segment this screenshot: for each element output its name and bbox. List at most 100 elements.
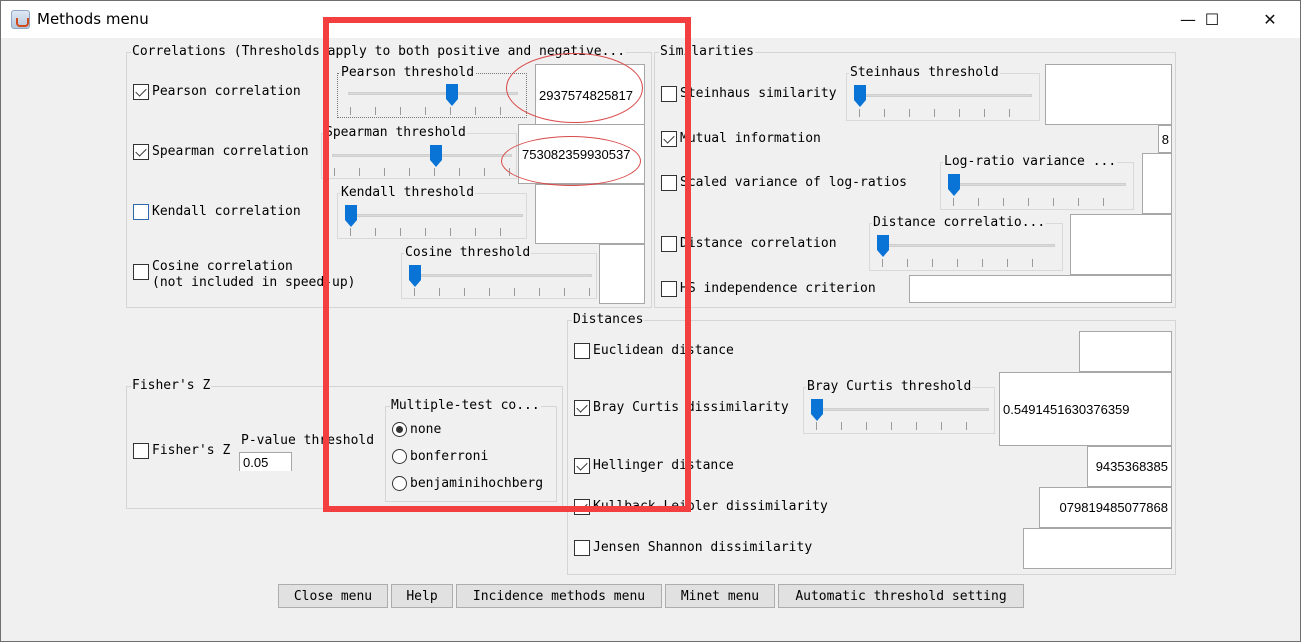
spearman-slider-thumb[interactable] [430, 145, 442, 167]
mutual-information-checkbox[interactable]: Mutual information [661, 131, 821, 147]
hellinger-field[interactable]: 9435368385 [1087, 446, 1172, 487]
automatic-threshold-label: Automatic threshold setting [795, 588, 1007, 604]
log-ratio-slider-thumb[interactable] [948, 174, 960, 196]
help-label: Help [406, 588, 438, 604]
kendall-threshold-slider-group: Kendall threshold [337, 185, 527, 239]
kendall-slider-ticks [350, 228, 525, 236]
maximize-icon: ☐ [1204, 10, 1220, 29]
close-menu-label: Close menu [293, 588, 373, 604]
checkbox-box[interactable] [661, 175, 677, 191]
distance-correlation-slider-track[interactable] [880, 244, 1055, 247]
euclidean-checkbox[interactable]: Euclidean distance [574, 343, 734, 359]
kendall-threshold-field[interactable] [535, 184, 645, 244]
close-menu-button[interactable]: Close menu [278, 584, 388, 608]
checkbox-box[interactable] [133, 443, 149, 459]
bray-curtis-threshold-field[interactable]: 0.5491451630376359 [999, 372, 1172, 446]
steinhaus-slider-thumb[interactable] [854, 85, 866, 107]
pearson-checkbox[interactable]: Pearson correlation [133, 84, 301, 100]
cosine-slider-thumb[interactable] [409, 265, 421, 287]
distance-correlation-slider-ticks [882, 259, 1057, 267]
spearman-slider-ticks [334, 168, 514, 176]
steinhaus-threshold-field[interactable] [1045, 64, 1172, 125]
scaled-variance-checkbox[interactable]: Scaled variance of log-ratios [661, 175, 907, 191]
checkbox-box[interactable] [661, 86, 677, 102]
cosine-slider-track[interactable] [412, 274, 592, 277]
checkbox-box[interactable] [574, 540, 590, 556]
help-button[interactable]: Help [391, 584, 453, 608]
log-ratio-threshold-slider-group: Log-ratio variance ... [940, 154, 1134, 210]
log-ratio-threshold-field[interactable] [1142, 153, 1172, 214]
pearson-slider-ticks [350, 107, 520, 115]
checkbox-box[interactable] [133, 204, 149, 220]
bray-curtis-slider-thumb[interactable] [811, 399, 823, 421]
mutual-information-value: 8 [1161, 131, 1169, 147]
incidence-methods-label: Incidence methods menu [472, 588, 646, 604]
checkbox-box[interactable] [661, 131, 677, 147]
checkbox-box[interactable] [661, 236, 677, 252]
kullback-leibler-checkbox[interactable]: Kullback-Leibler dissimilarity [574, 499, 828, 515]
pearson-threshold-field[interactable]: 2937574825817 [535, 64, 645, 126]
checkbox-box[interactable] [661, 281, 677, 297]
correlations-title: Correlations (Thresholds apply to both p… [131, 44, 627, 60]
spearman-slider-track[interactable] [332, 154, 512, 157]
kendall-checkbox[interactable]: Kendall correlation [133, 204, 301, 220]
hs-independence-label: HS independence criterion [680, 281, 876, 296]
minet-menu-button[interactable]: Minet menu [665, 584, 775, 608]
radio-bonferroni[interactable]: bonferroni [392, 449, 488, 464]
radio-none-label: none [410, 422, 442, 437]
scaled-variance-label: Scaled variance of log-ratios [680, 175, 907, 190]
distance-correlation-field[interactable] [1070, 214, 1172, 275]
kullback-leibler-field[interactable]: 079819485077868 [1039, 487, 1172, 528]
maximize-button[interactable]: ☐ [1189, 1, 1235, 38]
fishers-z-label: Fisher's Z [152, 443, 231, 458]
radio-none[interactable]: none [392, 422, 441, 437]
jensen-shannon-checkbox[interactable]: Jensen Shannon dissimilarity [574, 540, 812, 556]
pearson-threshold-label: Pearson threshold [340, 65, 476, 81]
hs-independence-checkbox[interactable]: HS independence criterion [661, 281, 876, 297]
steinhaus-checkbox[interactable]: Steinhaus similarity [661, 86, 837, 102]
cosine-checkbox[interactable]: Cosine correlation (not included in speed… [133, 259, 356, 291]
checkbox-box[interactable] [133, 84, 149, 100]
steinhaus-slider-track[interactable] [857, 94, 1032, 97]
pearson-slider-track[interactable] [348, 92, 518, 95]
radio-circle[interactable] [392, 449, 407, 464]
checkbox-box[interactable] [574, 400, 590, 416]
bray-curtis-label: Bray Curtis dissimilarity [593, 400, 789, 415]
close-window-button[interactable]: ✕ [1247, 1, 1293, 38]
kendall-slider-track[interactable] [348, 214, 523, 217]
hs-independence-field[interactable] [909, 275, 1172, 303]
cosine-threshold-field[interactable] [599, 244, 645, 304]
radio-circle[interactable] [392, 476, 407, 491]
euclidean-label: Euclidean distance [593, 343, 734, 358]
spearman-threshold-field[interactable]: 753082359930537 [518, 124, 645, 184]
log-ratio-slider-ticks [953, 198, 1128, 206]
title-bar: Methods menu — ☐ ✕ [1, 1, 1300, 38]
fishers-z-checkbox[interactable]: Fisher's Z [133, 443, 230, 459]
automatic-threshold-button[interactable]: Automatic threshold setting [778, 584, 1024, 608]
distance-correlation-slider-thumb[interactable] [877, 235, 889, 257]
spearman-checkbox[interactable]: Spearman correlation [133, 144, 309, 160]
incidence-methods-button[interactable]: Incidence methods menu [456, 584, 662, 608]
mutual-information-field[interactable]: 8 [1158, 125, 1172, 153]
radio-circle[interactable] [392, 422, 407, 437]
distance-correlation-checkbox[interactable]: Distance correlation [661, 236, 837, 252]
pearson-slider-thumb[interactable] [446, 84, 458, 106]
radio-benjaminihochberg[interactable]: benjaminihochberg [392, 476, 543, 491]
radio-benjaminihochberg-label: benjaminihochberg [410, 476, 544, 491]
checkbox-box[interactable] [574, 458, 590, 474]
checkbox-box[interactable] [574, 343, 590, 359]
spearman-threshold-label: Spearman threshold [324, 125, 467, 141]
window-title: Methods menu [37, 10, 149, 28]
pvalue-threshold-input[interactable]: 0.05 [239, 452, 292, 471]
bray-curtis-checkbox[interactable]: Bray Curtis dissimilarity [574, 400, 789, 416]
euclidean-field[interactable] [1079, 331, 1172, 372]
bray-curtis-slider-track[interactable] [814, 408, 989, 411]
jensen-shannon-field[interactable] [1023, 528, 1172, 569]
hellinger-checkbox[interactable]: Hellinger distance [574, 458, 734, 474]
pearson-label: Pearson correlation [152, 84, 301, 99]
checkbox-box[interactable] [133, 264, 149, 280]
kendall-slider-thumb[interactable] [345, 205, 357, 227]
log-ratio-slider-track[interactable] [951, 183, 1126, 186]
checkbox-box[interactable] [133, 144, 149, 160]
checkbox-box[interactable] [574, 499, 590, 515]
